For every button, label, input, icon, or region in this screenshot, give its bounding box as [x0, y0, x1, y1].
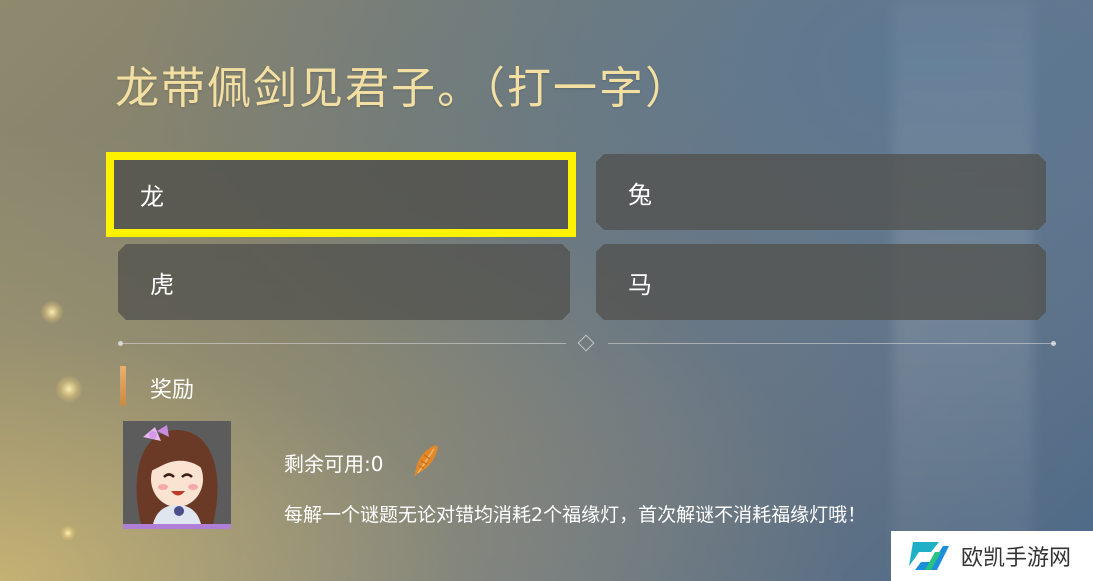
character-avatar-icon[interactable] [123, 421, 231, 529]
watermark-text: 欧凯手游网 [961, 546, 1072, 571]
remaining-count: 剩余可用:0 [284, 452, 384, 476]
feather-icon [412, 443, 440, 479]
option-1[interactable]: 龙 [106, 152, 576, 237]
reward-description: 每解一个谜题无论对错均消耗2个福缘灯，首次解谜不消耗福缘灯哦！ [284, 504, 867, 526]
option-3[interactable]: 虎 [118, 244, 570, 320]
diamond-ornament-icon [577, 334, 595, 352]
puzzle-question: 龙带佩剑见君子。（打一字） [115, 63, 691, 114]
sparkle-light [40, 300, 64, 324]
site-watermark: 欧凯手游网 [891, 531, 1093, 581]
option-label: 虎 [150, 270, 174, 299]
option-label: 兔 [628, 180, 652, 209]
option-label: 马 [628, 270, 652, 299]
reward-section-title: 奖励 [150, 378, 195, 403]
sparkle-light [60, 525, 76, 541]
option-4[interactable]: 马 [596, 244, 1046, 320]
option-label: 龙 [140, 183, 164, 211]
sparkle-light [55, 375, 83, 403]
section-divider [118, 334, 1056, 352]
ok-logo-icon [909, 542, 949, 570]
option-2[interactable]: 兔 [596, 154, 1046, 230]
reward-accent-bar [120, 366, 126, 406]
